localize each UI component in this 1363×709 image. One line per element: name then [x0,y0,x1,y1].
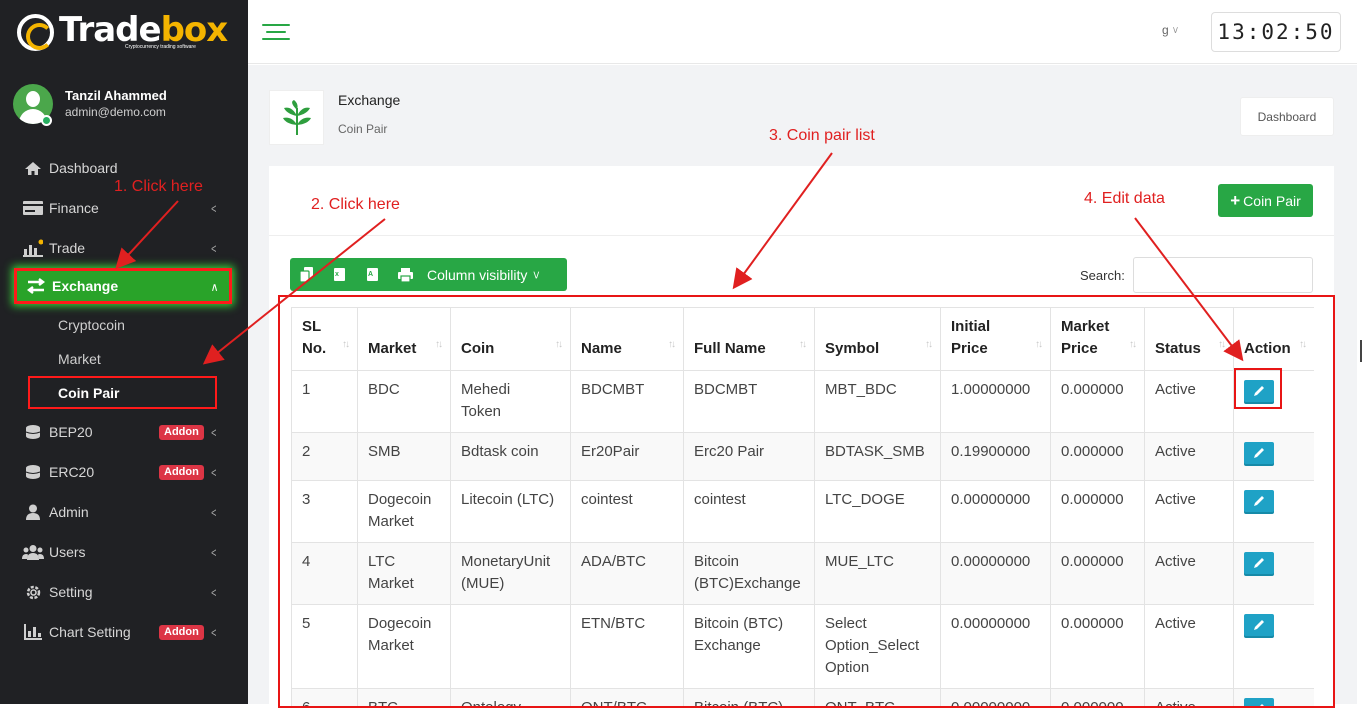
sidebar-item-label: Chart Setting [49,624,131,640]
export-toolbar: x A Column visibility < [290,258,567,291]
page-title: Exchange [338,92,401,108]
sidebar-item-erc20[interactable]: ERC20 Addon < [0,452,248,492]
sidebar-item-label: Dashboard [49,160,118,176]
breadcrumb-dashboard[interactable]: Dashboard [1240,97,1334,136]
chevron-left-icon: < [211,465,217,480]
logo-tagline: Cryptocurrency trading software [125,44,196,50]
clock-display: 13:02:50 [1211,12,1341,52]
sidebar-item-users[interactable]: Users < [0,532,248,572]
coins-icon [22,464,44,480]
sidebar-subitem-coin-pair[interactable]: Coin Pair [28,376,217,409]
plus-icon: + [1230,190,1241,210]
column-visibility-button[interactable]: Column visibility < [427,267,543,283]
print-button[interactable] [389,258,422,291]
chevron-left-icon: < [211,425,217,440]
scrollbar-thumb[interactable] [1360,340,1362,362]
addon-badge: Addon [159,465,204,480]
user-icon [22,504,44,520]
edit-highlight [1234,368,1282,409]
annotation-1: 1. Click here [114,178,203,195]
sidebar-item-bep20[interactable]: BEP20 Addon < [0,412,248,452]
sidebar-item-label: Admin [49,504,89,520]
add-coin-pair-button[interactable]: + Coin Pair [1218,184,1313,217]
user-name: Tanzil Ahammed [65,88,167,103]
sidebar-item-setting[interactable]: Setting < [0,572,248,612]
pdf-icon: A [367,268,378,281]
chevron-left-icon: < [211,505,217,520]
sidebar-item-label: Users [49,544,86,560]
copy-icon [300,267,313,282]
language-dropdown[interactable]: g < [1162,23,1182,37]
annotation-4: 4. Edit data [1084,190,1165,207]
sidebar-item-label: BEP20 [49,424,93,440]
sidebar-item-label: Trade [49,240,86,256]
excel-icon: x [334,268,345,281]
sidebar-item-chart-setting[interactable]: Chart Setting Addon < [0,612,248,652]
print-icon [398,267,413,282]
bar-chart-icon [22,624,44,640]
page-header: Exchange Coin Pair [269,90,400,145]
search-input[interactable] [1133,257,1313,293]
sidebar-item-label: ERC20 [49,464,95,480]
annotation-2: 2. Click here [311,196,400,213]
sidebar-item-trade[interactable]: Trade < [0,228,248,268]
logo-mark-icon [17,14,54,51]
exchange-icon [25,278,47,294]
sidebar-item-exchange[interactable]: Exchange < [14,268,232,304]
wallet-icon [22,200,44,216]
sidebar: Tradebox Cryptocurrency trading software… [0,0,248,704]
chevron-down-icon: < [530,270,543,279]
online-status-dot [41,115,52,126]
sidebar-item-label: Exchange [52,278,119,294]
coin-pair-list-highlight [278,295,1335,708]
search-label: Search: [1080,268,1125,283]
chevron-left-icon: < [211,241,217,256]
sidebar-subitem-cryptocoin[interactable]: Cryptocoin [0,308,248,342]
annotation-3: 3. Coin pair list [769,127,875,144]
addon-badge: Addon [159,425,204,440]
copy-button[interactable] [290,258,323,291]
pdf-button[interactable]: A [356,258,389,291]
sidebar-item-label: Setting [49,584,93,600]
user-email: admin@demo.com [65,105,166,119]
chevron-left-icon: < [211,201,217,216]
chevron-down-icon: < [209,283,221,292]
chevron-left-icon: < [211,625,217,640]
gear-icon [22,584,44,600]
users-icon [22,544,44,560]
sidebar-item-admin[interactable]: Admin < [0,492,248,532]
sidebar-nav: Dashboard Finance < Trade < Exchange < C… [0,148,248,652]
excel-button[interactable]: x [323,258,356,291]
sidebar-subitem-market[interactable]: Market [0,342,248,376]
coins-icon [22,424,44,440]
chevron-left-icon: < [211,545,217,560]
leaf-icon [269,90,324,145]
chevron-left-icon: < [211,585,217,600]
home-icon [22,160,44,176]
chart-icon [22,239,44,257]
menu-toggle-icon[interactable] [262,24,290,40]
chevron-down-icon: < [1169,26,1182,34]
sidebar-item-label: Finance [49,200,99,216]
top-bar: g < 13:02:50 [248,0,1357,64]
addon-badge: Addon [159,625,204,640]
user-panel: Tanzil Ahammed admin@demo.com [13,84,167,124]
page-subtitle: Coin Pair [338,122,388,136]
